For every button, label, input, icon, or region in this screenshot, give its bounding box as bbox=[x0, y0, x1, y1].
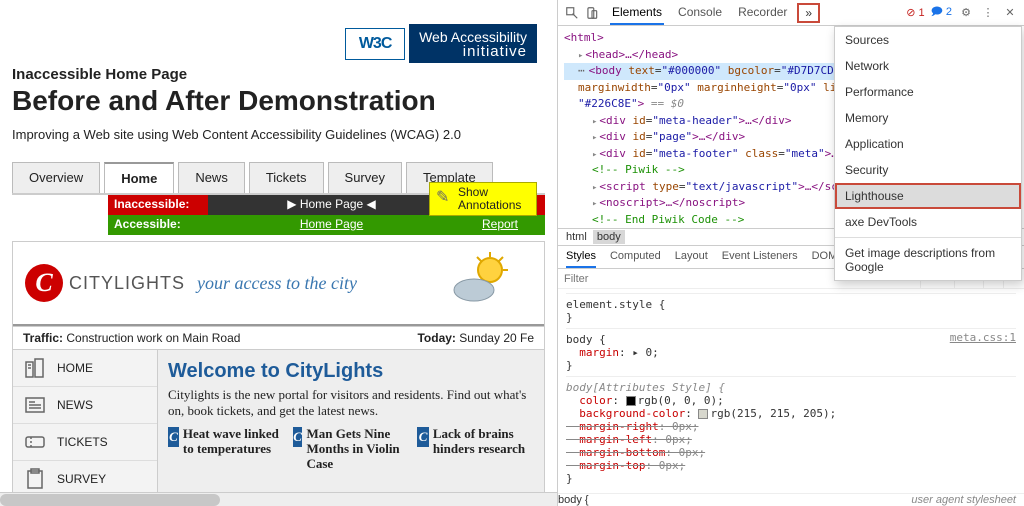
devtools-tab-elements[interactable]: Elements bbox=[610, 1, 664, 25]
inaccessible-home-link[interactable]: ▶ Home Page ◀ bbox=[208, 195, 455, 215]
tab-overview[interactable]: Overview bbox=[12, 162, 100, 193]
user-agent-stylesheet-label: user agent stylesheet bbox=[911, 494, 1016, 506]
devtools-top-bar: Elements Console Recorder » ⊘ 1 🗩 2 ⚙ ⋮ … bbox=[558, 0, 1024, 26]
kebab-icon[interactable]: ⋮ bbox=[980, 5, 996, 21]
story-title: Lack of brains hinders research bbox=[433, 427, 534, 472]
sidebar-item-home[interactable]: HOME bbox=[13, 350, 157, 387]
traffic-label: Traffic: bbox=[23, 331, 63, 345]
story-title: Man Gets Nine Months in Violin Case bbox=[306, 427, 409, 472]
accessible-report-link[interactable]: Report bbox=[455, 215, 545, 235]
sidebar-item-tickets[interactable]: TICKETS bbox=[13, 424, 157, 461]
sidebar-item-news[interactable]: NEWS bbox=[13, 387, 157, 424]
page-subtitle: Improving a Web site using Web Content A… bbox=[12, 127, 545, 142]
styles-tab-styles[interactable]: Styles bbox=[566, 246, 596, 268]
sidebar-item-label: TICKETS bbox=[57, 435, 108, 449]
menu-item-performance[interactable]: Performance bbox=[835, 79, 1021, 105]
sidebar-item-label: HOME bbox=[57, 361, 93, 375]
webpage-panel: W3C Web Accessibility initiative Inacces… bbox=[0, 0, 557, 506]
source-link[interactable]: meta.css:1 bbox=[950, 331, 1016, 344]
menu-item-lighthouse[interactable]: Lighthouse bbox=[835, 183, 1021, 209]
w3c-wai-logo: W3C Web Accessibility initiative bbox=[345, 24, 537, 63]
clipboard-icon bbox=[23, 467, 47, 491]
horizontal-scrollbar[interactable] bbox=[0, 492, 557, 506]
inaccessible-label: Inaccessible: bbox=[108, 195, 208, 215]
styles-tab-events[interactable]: Event Listeners bbox=[722, 246, 798, 268]
sidebar-item-label: SURVEY bbox=[57, 472, 106, 486]
citylights-name: CITYLIGHTS bbox=[69, 273, 185, 294]
error-count[interactable]: ⊘ 1 bbox=[906, 6, 924, 19]
accessible-label: Accessible: bbox=[108, 215, 208, 235]
accessible-home-link[interactable]: Home Page bbox=[208, 215, 455, 235]
menu-item-security[interactable]: Security bbox=[835, 157, 1021, 183]
message-count[interactable]: 🗩 2 bbox=[931, 3, 952, 22]
citylights-sidebar: HOME NEWS TICKETS SURVEY bbox=[13, 350, 158, 498]
devtools-tab-recorder[interactable]: Recorder bbox=[736, 1, 789, 25]
styles-tab-layout[interactable]: Layout bbox=[675, 246, 708, 268]
menu-item-sources[interactable]: Sources bbox=[835, 27, 1021, 53]
tab-tickets[interactable]: Tickets bbox=[249, 162, 324, 193]
citylights-logo-icon: C bbox=[25, 264, 63, 302]
story-title: Heat wave linked to temperatures bbox=[183, 427, 285, 472]
devtools-panel: Elements Console Recorder » ⊘ 1 🗩 2 ⚙ ⋮ … bbox=[557, 0, 1024, 506]
tab-home[interactable]: Home bbox=[104, 162, 174, 193]
today-text: Sunday 20 Fe bbox=[459, 331, 534, 345]
device-icon[interactable] bbox=[584, 5, 600, 21]
menu-item-axe[interactable]: axe DevTools bbox=[835, 209, 1021, 235]
traffic-text: Construction work on Main Road bbox=[66, 331, 240, 345]
wai-line2: initiative bbox=[419, 44, 527, 59]
wai-line1: Web Accessibility bbox=[419, 30, 527, 44]
styles-pane[interactable]: element.style { } meta.css:1 body { marg… bbox=[558, 289, 1024, 493]
tab-news[interactable]: News bbox=[178, 162, 245, 193]
ticket-icon bbox=[23, 430, 47, 454]
sidebar-item-label: NEWS bbox=[57, 398, 93, 412]
newspaper-icon bbox=[23, 393, 47, 417]
tab-survey[interactable]: Survey bbox=[328, 162, 402, 193]
page-title: Before and After Demonstration bbox=[12, 85, 545, 117]
devtools-overflow-menu: Sources Network Performance Memory Appli… bbox=[834, 26, 1022, 281]
story-badge-icon: C bbox=[168, 427, 179, 447]
story-badge-icon: C bbox=[293, 427, 303, 447]
show-annotations-button[interactable]: Show Annotations bbox=[429, 182, 537, 216]
devtools-more-tabs-button[interactable]: » bbox=[797, 3, 820, 23]
buildings-icon bbox=[23, 356, 47, 380]
welcome-heading: Welcome to CityLights bbox=[168, 360, 534, 383]
accessible-bar: Accessible: Home Page Report bbox=[108, 215, 545, 235]
today-label: Today: bbox=[417, 331, 455, 345]
story-3[interactable]: CLack of brains hinders research bbox=[417, 427, 534, 472]
story-badge-icon: C bbox=[417, 427, 428, 447]
close-icon[interactable]: ✕ bbox=[1002, 5, 1018, 21]
pre-title: Inaccessible Home Page bbox=[12, 66, 545, 83]
menu-item-image-descriptions[interactable]: Get image descriptions from Google bbox=[835, 240, 1021, 280]
ticker-bar: Traffic: Construction work on Main Road … bbox=[13, 326, 544, 350]
gear-icon[interactable]: ⚙ bbox=[958, 5, 974, 21]
welcome-intro: Citylights is the new portal for visitor… bbox=[168, 387, 534, 419]
devtools-tab-console[interactable]: Console bbox=[676, 1, 724, 25]
citylights-tagline: your access to the city bbox=[197, 273, 357, 294]
story-2[interactable]: CMan Gets Nine Months in Violin Case bbox=[293, 427, 410, 472]
story-1[interactable]: CHeat wave linked to temperatures bbox=[168, 427, 285, 472]
menu-item-application[interactable]: Application bbox=[835, 131, 1021, 157]
menu-item-memory[interactable]: Memory bbox=[835, 105, 1021, 131]
weather-icon bbox=[450, 250, 514, 309]
citylights-site: C CITYLIGHTS your access to the city bbox=[12, 241, 545, 499]
menu-item-network[interactable]: Network bbox=[835, 53, 1021, 79]
styles-tab-computed[interactable]: Computed bbox=[610, 246, 661, 268]
inspect-icon[interactable] bbox=[564, 5, 580, 21]
w3c-logo: W3C bbox=[345, 28, 405, 60]
